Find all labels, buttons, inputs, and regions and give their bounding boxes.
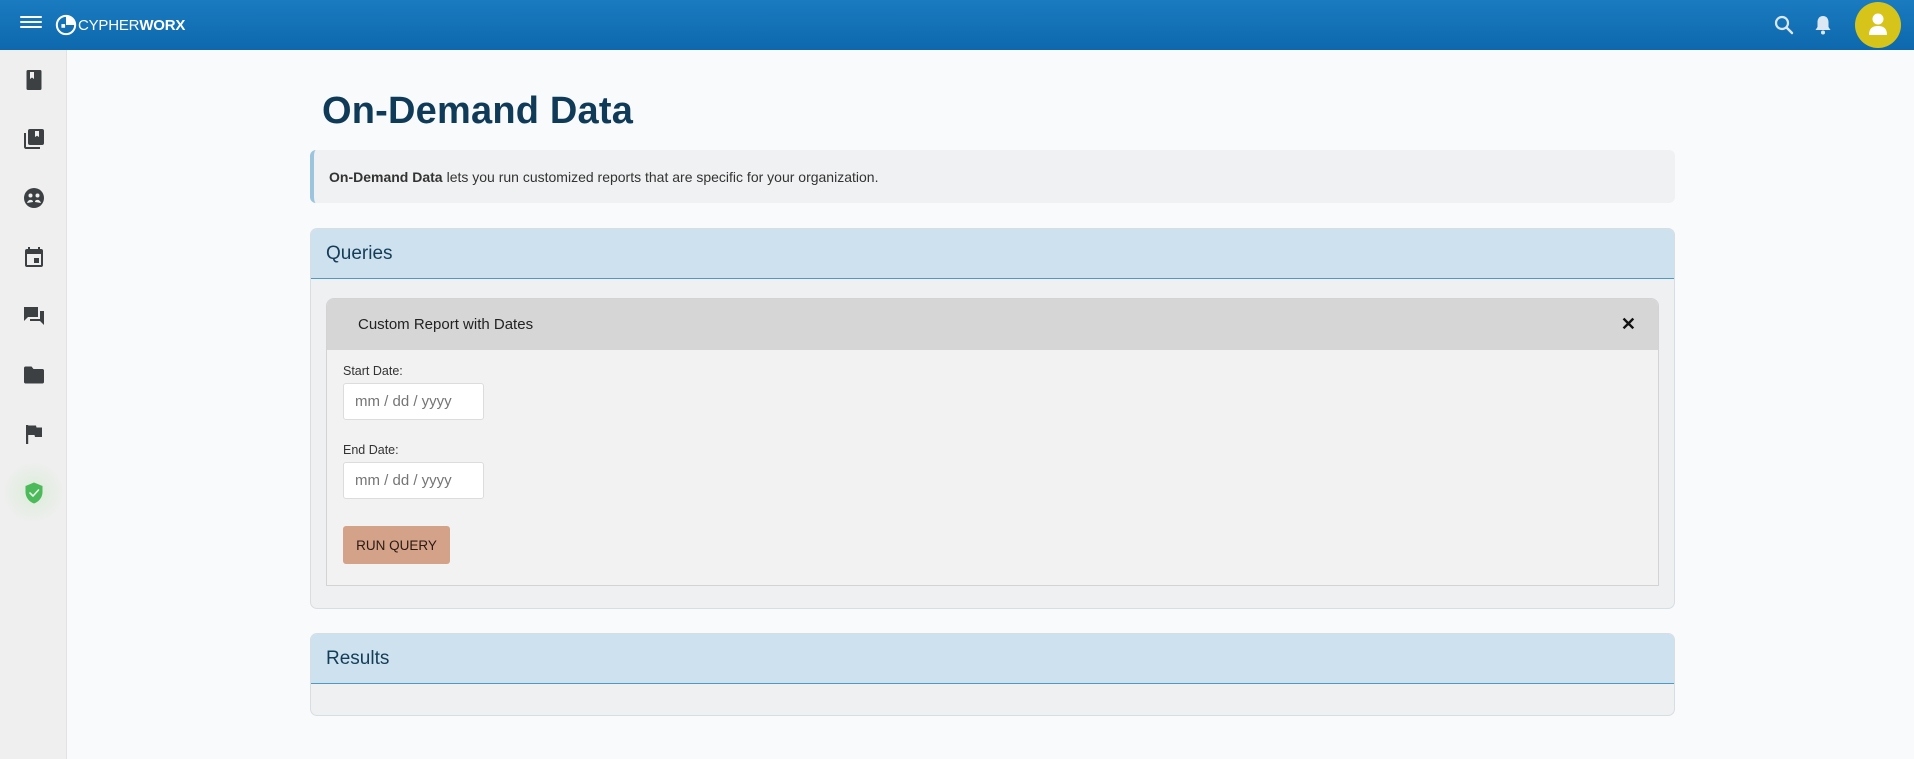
logo-text: CYPHERWORX xyxy=(78,16,186,34)
logo-mark-icon xyxy=(55,14,77,36)
library-icon xyxy=(23,128,44,149)
info-text: lets you run customized reports that are… xyxy=(446,168,879,185)
calendar-icon xyxy=(24,246,43,267)
flag-icon xyxy=(25,424,42,444)
run-query-button[interactable]: RUN QUERY xyxy=(343,526,450,564)
cypherworx-logo[interactable]: CYPHERWORX xyxy=(55,13,185,37)
results-panel: Results xyxy=(310,633,1675,716)
menu-icon[interactable] xyxy=(20,13,42,35)
top-bar: CYPHERWORX xyxy=(0,0,1914,50)
sidebar-item-flag[interactable] xyxy=(0,404,67,463)
shield-check-icon xyxy=(25,482,42,503)
end-date-input[interactable] xyxy=(343,462,484,499)
bell-icon[interactable] xyxy=(1811,13,1835,37)
sidebar-item-book[interactable] xyxy=(0,50,67,109)
sidebar xyxy=(0,50,67,759)
sidebar-item-community[interactable] xyxy=(0,168,67,227)
query-card: Custom Report with Dates ✕ Start Date: E… xyxy=(326,298,1659,586)
sidebar-item-folder[interactable] xyxy=(0,345,67,404)
user-avatar[interactable] xyxy=(1855,2,1901,48)
info-callout: On-Demand Data lets you run customized r… xyxy=(310,150,1675,203)
queries-panel: Queries Custom Report with Dates ✕ Start… xyxy=(310,228,1675,609)
end-date-label: End Date: xyxy=(343,443,399,457)
start-date-label: Start Date: xyxy=(343,364,403,378)
sidebar-item-chat[interactable] xyxy=(0,286,67,345)
start-date-input[interactable] xyxy=(343,383,484,420)
info-bold-text: On-Demand Data xyxy=(329,168,443,185)
close-icon[interactable]: ✕ xyxy=(1621,314,1636,334)
chat-icon xyxy=(23,306,44,325)
book-icon xyxy=(26,69,41,90)
sidebar-item-calendar[interactable] xyxy=(0,227,67,286)
search-icon[interactable] xyxy=(1772,13,1796,37)
results-header: Results xyxy=(311,634,1674,684)
folder-icon xyxy=(23,366,44,383)
sidebar-item-security[interactable] xyxy=(0,463,67,522)
user-avatar-icon xyxy=(1869,13,1887,35)
page-title: On-Demand Data xyxy=(322,90,634,132)
queries-header: Queries xyxy=(311,229,1674,279)
sidebar-item-library[interactable] xyxy=(0,109,67,168)
query-card-header: Custom Report with Dates ✕ xyxy=(327,299,1658,350)
community-icon xyxy=(23,187,44,208)
query-card-title: Custom Report with Dates xyxy=(358,316,534,333)
